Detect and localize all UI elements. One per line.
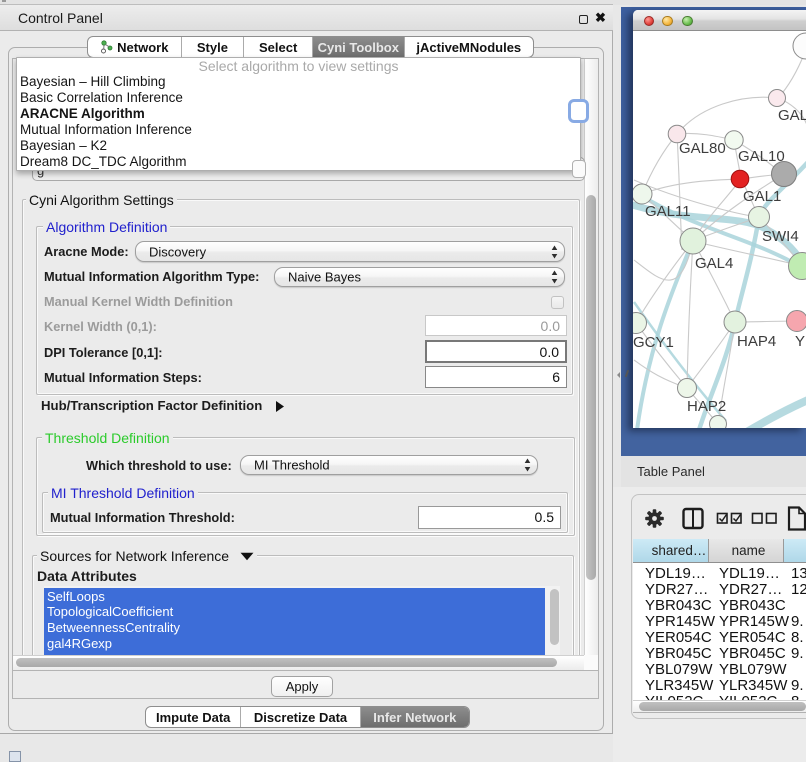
svg-text:GCY1: GCY1 — [633, 334, 674, 351]
svg-text:GAL10: GAL10 — [738, 148, 785, 165]
svg-text:GAL80: GAL80 — [679, 140, 726, 157]
svg-text:HAP4: HAP4 — [737, 333, 776, 350]
svg-text:GAL4: GAL4 — [695, 255, 733, 272]
svg-text:GAL1: GAL1 — [743, 188, 781, 205]
svg-text:SWI4: SWI4 — [762, 228, 799, 245]
svg-text:GAL2: GAL2 — [778, 107, 806, 124]
svg-text:HAP2: HAP2 — [687, 398, 726, 415]
svg-text:YP: YP — [795, 333, 806, 350]
svg-text:GAL11: GAL11 — [645, 203, 691, 220]
